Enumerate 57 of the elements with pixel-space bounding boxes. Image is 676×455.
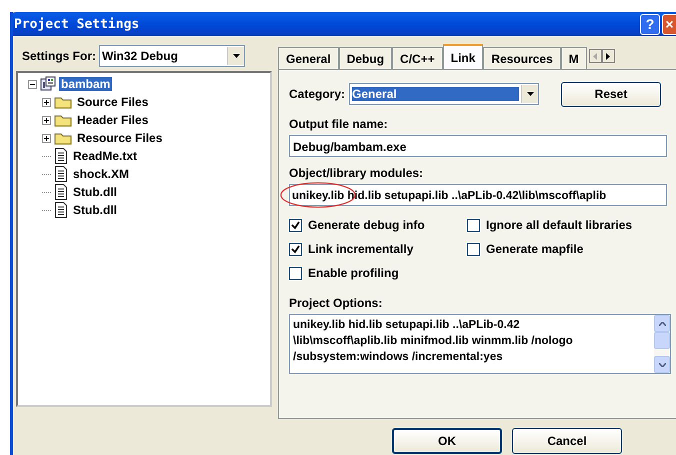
document-icon: [54, 184, 68, 200]
folder-icon: [54, 113, 72, 127]
tree-item[interactable]: Header Files: [75, 113, 150, 127]
checkbox-label: Enable profiling: [308, 266, 399, 280]
tab[interactable]: Link: [442, 44, 484, 69]
tree-item[interactable]: Stub.dll: [71, 203, 119, 217]
tree-item[interactable]: Resource Files: [75, 131, 164, 145]
tab[interactable]: C/C++: [392, 47, 443, 69]
checkbox-label: Ignore all default libraries: [486, 218, 632, 232]
project-icon: [40, 76, 56, 92]
checkbox-label: Generate mapfile: [486, 242, 584, 256]
document-icon: [54, 148, 68, 164]
dropdown-arrow-icon: [232, 54, 240, 58]
expand-icon[interactable]: [42, 116, 51, 124]
close-button[interactable]: ×: [662, 14, 676, 34]
category-label: Category:: [289, 87, 346, 101]
checkbox[interactable]: [289, 266, 302, 280]
expand-icon[interactable]: [42, 98, 51, 106]
folder-icon: [54, 95, 72, 109]
project-options-label: Project Options:: [289, 296, 384, 312]
tab[interactable]: M: [560, 47, 587, 69]
reset-button[interactable]: Reset: [561, 82, 662, 106]
output-file-label: Output file name:: [289, 117, 389, 133]
tree-item[interactable]: ReadMe.txt: [71, 149, 140, 163]
window-title: Project Settings: [14, 16, 140, 32]
ok-button[interactable]: OK: [392, 428, 502, 454]
tab[interactable]: General: [278, 47, 339, 69]
right-arrow-icon: [606, 52, 610, 60]
tree-item[interactable]: bambam: [59, 77, 112, 91]
cancel-button[interactable]: Cancel: [512, 428, 622, 454]
tree-item[interactable]: Source Files: [75, 95, 150, 109]
scroll-right-button[interactable]: [602, 49, 615, 63]
settings-for-dropdown[interactable]: Win32 Debug: [99, 45, 245, 67]
output-file-field[interactable]: Debug/bambam.exe: [289, 135, 667, 157]
modules-label: Object/library modules:: [289, 166, 424, 182]
checkbox[interactable]: [467, 242, 480, 256]
project-options-text: unikey.lib hid.lib setupapi.lib ..\aPLib-0.42 \lib\mscoff\aplib.lib minifmod.lib winmm.lib /nologo /subsystem:windows /incremental:yes: [292, 318, 574, 365]
category-dropdown[interactable]: General: [349, 83, 540, 105]
scrollbar[interactable]: [654, 315, 670, 373]
expand-icon[interactable]: [42, 134, 51, 142]
left-arrow-icon: [593, 52, 598, 60]
document-icon: [54, 166, 68, 182]
collapse-icon[interactable]: [28, 80, 37, 88]
tab[interactable]: Debug: [338, 47, 392, 69]
dropdown-arrow-icon: [526, 92, 534, 96]
checkbox[interactable]: [289, 242, 302, 256]
tree-item[interactable]: Stub.dll: [71, 185, 119, 199]
document-icon: [54, 202, 68, 218]
tab[interactable]: Resources: [483, 47, 561, 69]
checkbox[interactable]: [289, 218, 302, 232]
checkbox-label: Link incrementally: [308, 242, 414, 256]
settings-for-label: Settings For:: [22, 49, 96, 63]
tree-item[interactable]: shock.XM: [71, 167, 132, 181]
checkbox[interactable]: [467, 218, 480, 232]
checkbox-label: Generate debug info: [308, 218, 425, 232]
folder-icon: [54, 131, 72, 145]
help-button[interactable]: ?: [640, 14, 660, 34]
